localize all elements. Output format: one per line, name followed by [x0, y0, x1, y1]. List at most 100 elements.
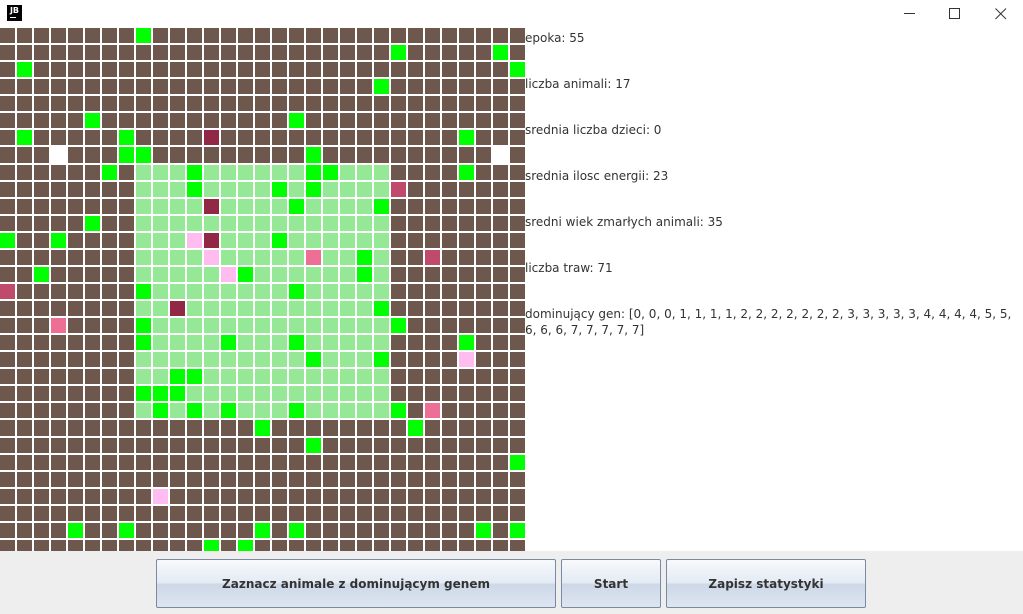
jungle-cell[interactable]: [323, 403, 338, 419]
jungle-cell[interactable]: [170, 181, 185, 197]
steppe-cell[interactable]: [17, 318, 32, 334]
steppe-cell[interactable]: [442, 437, 457, 453]
grass-cell[interactable]: [391, 45, 406, 61]
steppe-cell[interactable]: [0, 28, 15, 44]
grass-cell[interactable]: [510, 62, 525, 78]
steppe-cell[interactable]: [187, 130, 202, 146]
steppe-cell[interactable]: [136, 437, 151, 453]
steppe-cell[interactable]: [272, 522, 287, 538]
steppe-cell[interactable]: [34, 45, 49, 61]
steppe-cell[interactable]: [119, 28, 134, 44]
jungle-cell[interactable]: [306, 232, 321, 248]
steppe-cell[interactable]: [17, 249, 32, 265]
steppe-cell[interactable]: [204, 147, 219, 163]
steppe-cell[interactable]: [459, 266, 474, 282]
steppe-cell[interactable]: [306, 420, 321, 436]
steppe-cell[interactable]: [255, 62, 270, 78]
jungle-cell[interactable]: [323, 335, 338, 351]
jungle-cell[interactable]: [306, 318, 321, 334]
animal-cell[interactable]: [204, 232, 219, 248]
steppe-cell[interactable]: [408, 301, 423, 317]
steppe-cell[interactable]: [408, 505, 423, 521]
grass-cell[interactable]: [357, 249, 372, 265]
steppe-cell[interactable]: [408, 62, 423, 78]
steppe-cell[interactable]: [442, 164, 457, 180]
jungle-cell[interactable]: [221, 352, 236, 368]
jungle-cell[interactable]: [238, 352, 253, 368]
jungle-cell[interactable]: [357, 386, 372, 402]
jungle-cell[interactable]: [306, 301, 321, 317]
animal-cell[interactable]: [204, 130, 219, 146]
jungle-cell[interactable]: [187, 301, 202, 317]
steppe-cell[interactable]: [442, 266, 457, 282]
steppe-cell[interactable]: [102, 488, 117, 504]
steppe-cell[interactable]: [68, 147, 83, 163]
steppe-cell[interactable]: [306, 454, 321, 470]
steppe-cell[interactable]: [119, 215, 134, 231]
steppe-cell[interactable]: [340, 79, 355, 95]
jungle-cell[interactable]: [204, 283, 219, 300]
steppe-cell[interactable]: [425, 113, 440, 129]
grass-cell[interactable]: [136, 386, 151, 402]
steppe-cell[interactable]: [102, 522, 117, 538]
jungle-cell[interactable]: [221, 232, 236, 248]
steppe-cell[interactable]: [306, 28, 321, 44]
grass-cell[interactable]: [136, 283, 151, 300]
steppe-cell[interactable]: [170, 471, 185, 487]
steppe-cell[interactable]: [510, 130, 525, 146]
steppe-cell[interactable]: [34, 335, 49, 351]
animal-cell[interactable]: [187, 232, 202, 248]
jungle-cell[interactable]: [340, 318, 355, 334]
steppe-cell[interactable]: [34, 79, 49, 95]
steppe-cell[interactable]: [425, 454, 440, 470]
steppe-cell[interactable]: [34, 232, 49, 248]
steppe-cell[interactable]: [493, 249, 508, 265]
steppe-cell[interactable]: [493, 62, 508, 78]
steppe-cell[interactable]: [493, 522, 508, 538]
steppe-cell[interactable]: [170, 62, 185, 78]
animal-cell[interactable]: [306, 249, 321, 265]
steppe-cell[interactable]: [136, 454, 151, 470]
steppe-cell[interactable]: [85, 318, 100, 334]
steppe-cell[interactable]: [85, 198, 100, 214]
steppe-cell[interactable]: [357, 79, 372, 95]
jungle-cell[interactable]: [170, 283, 185, 300]
steppe-cell[interactable]: [85, 45, 100, 61]
steppe-cell[interactable]: [0, 471, 15, 487]
steppe-cell[interactable]: [204, 488, 219, 504]
steppe-cell[interactable]: [510, 28, 525, 44]
steppe-cell[interactable]: [119, 45, 134, 61]
steppe-cell[interactable]: [119, 335, 134, 351]
grass-cell[interactable]: [68, 522, 83, 538]
steppe-cell[interactable]: [391, 488, 406, 504]
steppe-cell[interactable]: [357, 147, 372, 163]
jungle-cell[interactable]: [238, 232, 253, 248]
steppe-cell[interactable]: [323, 454, 338, 470]
jungle-cell[interactable]: [187, 318, 202, 334]
steppe-cell[interactable]: [204, 45, 219, 61]
steppe-cell[interactable]: [340, 28, 355, 44]
jungle-cell[interactable]: [238, 386, 253, 402]
steppe-cell[interactable]: [442, 96, 457, 112]
grass-cell[interactable]: [17, 130, 32, 146]
steppe-cell[interactable]: [136, 79, 151, 95]
steppe-cell[interactable]: [323, 62, 338, 78]
grass-cell[interactable]: [187, 369, 202, 385]
steppe-cell[interactable]: [68, 420, 83, 436]
jungle-cell[interactable]: [357, 215, 372, 231]
steppe-cell[interactable]: [442, 249, 457, 265]
steppe-cell[interactable]: [272, 130, 287, 146]
jungle-cell[interactable]: [170, 352, 185, 368]
steppe-cell[interactable]: [85, 28, 100, 44]
steppe-cell[interactable]: [51, 352, 66, 368]
steppe-cell[interactable]: [0, 215, 15, 231]
steppe-cell[interactable]: [442, 386, 457, 402]
steppe-cell[interactable]: [340, 45, 355, 61]
steppe-cell[interactable]: [0, 266, 15, 282]
jungle-cell[interactable]: [221, 164, 236, 180]
steppe-cell[interactable]: [119, 488, 134, 504]
steppe-cell[interactable]: [391, 437, 406, 453]
steppe-cell[interactable]: [17, 352, 32, 368]
steppe-cell[interactable]: [0, 386, 15, 402]
steppe-cell[interactable]: [493, 301, 508, 317]
